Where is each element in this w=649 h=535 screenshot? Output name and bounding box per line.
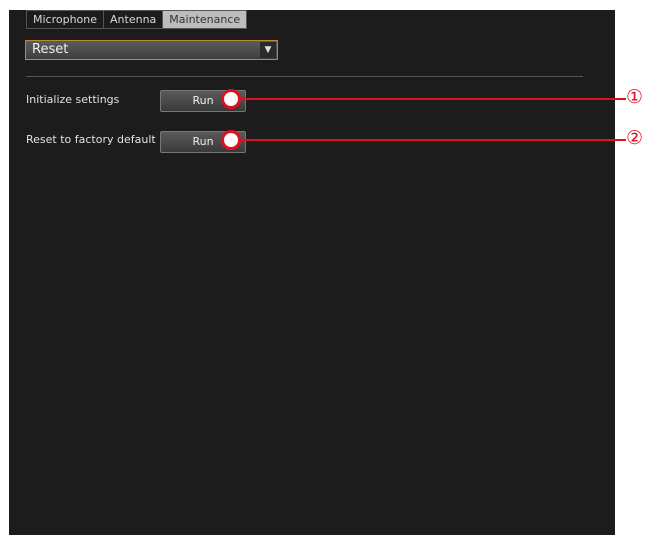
callout-dot-1 <box>221 89 241 109</box>
initialize-settings-label: Initialize settings <box>26 93 120 106</box>
tab-bar: Microphone Antenna Maintenance <box>26 10 248 29</box>
factory-default-label: Reset to factory default <box>26 133 156 146</box>
tab-maintenance[interactable]: Maintenance <box>163 11 247 28</box>
divider <box>26 76 583 77</box>
callout-line-2 <box>230 139 626 141</box>
callout-marker-2: ② <box>626 127 644 149</box>
tab-antenna[interactable]: Antenna <box>104 11 164 28</box>
callout-marker-1: ① <box>626 86 644 108</box>
callout-line-1 <box>230 98 626 100</box>
settings-panel <box>9 10 615 535</box>
tab-microphone[interactable]: Microphone <box>27 11 105 28</box>
dropdown-arrow-icon: ▼ <box>260 42 276 58</box>
callout-dot-2 <box>221 130 241 150</box>
category-select-value: Reset <box>32 42 69 57</box>
category-select[interactable]: Reset ▼ <box>25 40 278 60</box>
